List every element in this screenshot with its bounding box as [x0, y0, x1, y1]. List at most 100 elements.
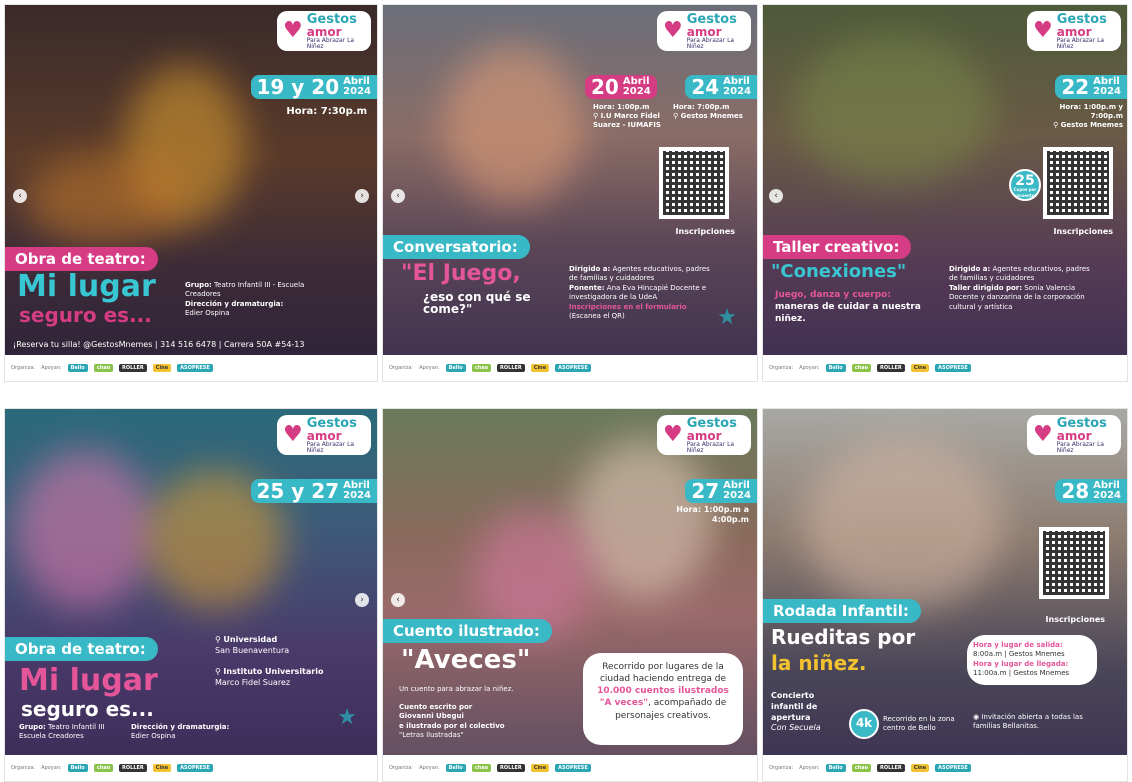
qr-code[interactable] — [1043, 147, 1113, 219]
event-title-line1: Rueditas por — [771, 625, 916, 649]
heart-icon: ♥ — [1033, 18, 1053, 43]
event-title-line2: seguro es... — [21, 697, 154, 721]
carousel-prev-icon[interactable]: ‹ — [391, 189, 405, 203]
gestos-amor-logo: ♥ Gestos amor Para Abrazar La Niñez — [657, 11, 751, 51]
heart-icon: ♥ — [663, 18, 683, 43]
director-label: Dirección y dramaturgia: — [185, 299, 284, 308]
sponsor-support-label: Apoyan: — [41, 765, 62, 771]
registration-subnote: (Escanea el QR) — [569, 312, 625, 321]
carousel-prev-icon[interactable]: ‹ — [13, 189, 27, 203]
event-time: Hora: 7:30p.m — [286, 106, 367, 117]
event-type-tag: Conversatorio: — [383, 235, 530, 259]
author-line4: "Letras Ilustradas" — [399, 731, 464, 740]
post-card-theater-1[interactable]: ♥ Gestos amor Para Abrazar La Niñez 19 y 2… — [4, 4, 378, 382]
date-day: 28 — [1061, 479, 1090, 503]
carousel-prev-icon[interactable]: ‹ — [391, 593, 405, 607]
event-type-tag: Taller creativo: — [763, 235, 912, 259]
logo-line2: amor — [686, 428, 722, 443]
post-card-taller[interactable]: ♥ Gestos amor Para Abrazar La Niñez 22 Abr… — [762, 4, 1128, 382]
gestos-amor-logo: ♥ Gestos amor Para Abrazar La Niñez — [277, 11, 371, 51]
sponsor-org-label: Organiza: — [769, 765, 794, 771]
logo-line2: amor — [1056, 428, 1092, 443]
logo-line2: amor — [686, 24, 722, 39]
arrival-label: Hora y lugar de llegada: — [973, 659, 1069, 668]
sponsor-chip: Bello — [825, 364, 846, 372]
sponsor-bar: Organiza: Apoyan: Bello chao ROLLER Cine… — [383, 755, 757, 781]
qr-code[interactable] — [659, 147, 729, 219]
sponsor-chip: Bello — [825, 764, 846, 772]
event-title-line2: Juego, danza y cuerpo: — [775, 290, 891, 300]
info-bubble: Recorrido por lugares de la ciudad hacie… — [583, 653, 743, 745]
logo-line1: Gestos — [306, 11, 357, 27]
location-pin-icon: ⚲ — [215, 635, 221, 644]
registration-note: Inscripciones en el formulario — [569, 302, 687, 311]
sponsor-bar: Organiza: Apoyan: Bello chao ROLLER Cine… — [5, 355, 377, 381]
heart-icon: ♥ — [283, 422, 303, 447]
event-title-line1: Mi lugar — [17, 269, 156, 304]
qr-label: Inscripciones — [1053, 227, 1113, 236]
sponsor-chip: Bello — [445, 764, 466, 772]
event-date: 19 y 20 Abril 2024 — [250, 75, 377, 99]
logo-line1: Gestos — [306, 415, 357, 431]
sponsor-chip: ROLLER — [497, 364, 525, 372]
event-type-tag: Cuento ilustrado: — [383, 619, 552, 643]
sponsor-bar: Organiza: Apoyan: Bello chao ROLLER Cine… — [763, 355, 1127, 381]
sponsor-chip: ASOPRESE — [555, 364, 591, 372]
post-card-rodada[interactable]: ♥ Gestos amor Para Abrazar La Niñez 28 Abr… — [762, 408, 1128, 782]
sponsor-chip: ROLLER — [119, 764, 147, 772]
date-year: 2024 — [622, 86, 651, 97]
sponsor-chip: ASOPRESE — [935, 364, 971, 372]
event-type-tag: Obra de teatro: — [5, 247, 158, 271]
sponsor-chip: Bello — [67, 764, 88, 772]
sponsor-chip: Bello — [67, 364, 88, 372]
sponsor-support-label: Apoyan: — [799, 365, 820, 371]
sponsor-chip: chao — [851, 364, 872, 372]
post-card-cuento[interactable]: ♥ Gestos amor Para Abrazar La Niñez 27 Abr… — [382, 408, 758, 782]
date-day: 27 — [691, 479, 720, 503]
sponsor-org-label: Organiza: — [389, 365, 414, 371]
event-title-line2: la niñez. — [771, 651, 867, 675]
sponsor-chip: chao — [93, 764, 114, 772]
logo-tagline: Para Abrazar La Niñez — [306, 36, 355, 50]
post-card-theater-2[interactable]: ♥ Gestos amor Para Abrazar La Niñez 25 y 2… — [4, 408, 378, 782]
gestos-amor-logo: ♥ Gestos amor Para Abrazar La Niñez — [1027, 11, 1121, 51]
date-year: 2024 — [343, 490, 371, 501]
sponsor-chip: Cine — [530, 764, 550, 772]
sponsor-support-label: Apoyan: — [41, 365, 62, 371]
sponsor-chip: ASOPRESE — [177, 764, 213, 772]
carousel-prev-icon[interactable]: ‹ — [769, 189, 783, 203]
location-pin-icon: ⚲ — [593, 112, 599, 121]
event-time: Hora: 1:00p.m y 7:00p.m — [1059, 103, 1123, 121]
date-year: 2024 — [343, 86, 371, 97]
carousel-next-icon[interactable]: › — [355, 189, 369, 203]
event-title-line2: seguro es... — [19, 303, 152, 327]
logo-tagline: Para Abrazar La Niñez — [686, 36, 735, 50]
facilitator-label: Taller dirigido por: — [949, 283, 1023, 292]
date-day: 20 — [591, 75, 619, 99]
sponsor-bar: Organiza: Apoyan: Bello chao ROLLER Cine… — [5, 755, 377, 781]
sponsor-org-label: Organiza: — [769, 365, 794, 371]
event-place-1: I.U Marco Fidel Suarez - IUMAFIS — [593, 112, 661, 130]
group-label: Grupo: — [19, 723, 46, 731]
qr-label: Inscripciones — [1045, 615, 1105, 624]
logo-line2: amor — [1056, 24, 1092, 39]
cupos-badge: 25 Cupos por encuentro — [1009, 169, 1041, 201]
bubble-highlight: 10.000 cuentos ilustrados — [597, 686, 729, 697]
sponsor-chip: chao — [851, 764, 872, 772]
post-card-conversatorio[interactable]: ♥ Gestos amor Para Abrazar La Niñez 20 Abr… — [382, 4, 758, 382]
sponsor-chip: ASOPRESE — [935, 764, 971, 772]
sponsor-org-label: Organiza: — [11, 765, 36, 771]
event-title-line2: ¿eso con qué se come?" — [423, 290, 531, 316]
cupos-label: Cupos por encuentro — [1013, 187, 1037, 198]
audience-highlight — [25, 155, 185, 245]
venue1-sub: San Buenaventura — [215, 645, 290, 655]
bubble-line1: Recorrido por lugares de la ciudad hacie… — [599, 662, 727, 685]
carousel-next-icon[interactable]: › — [355, 593, 369, 607]
event-title-line3: maneras de cuidar a nuestra niñez. — [775, 302, 921, 325]
group-label: Grupo: — [185, 281, 212, 289]
director-value: Edier Ospina — [131, 732, 176, 741]
logo-tagline: Para Abrazar La Niñez — [686, 440, 735, 454]
logo-line2: amor — [306, 428, 342, 443]
heart-icon: ♥ — [283, 18, 303, 43]
qr-code[interactable] — [1039, 527, 1109, 599]
